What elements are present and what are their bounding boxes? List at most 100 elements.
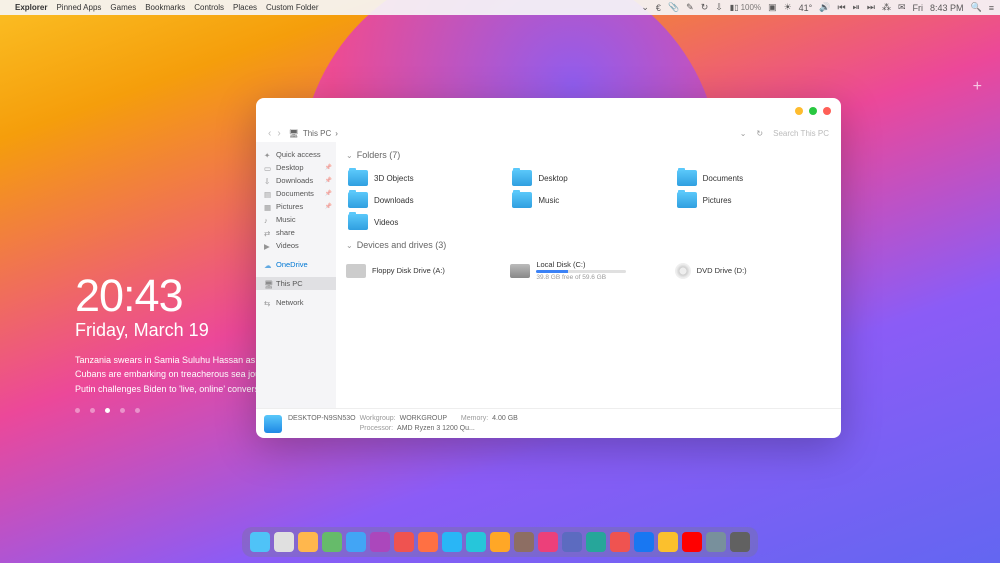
- folders-header[interactable]: Folders (7): [346, 146, 831, 164]
- pencil-icon[interactable]: ✎: [686, 2, 694, 13]
- folder-documents[interactable]: Documents: [675, 168, 831, 188]
- dock-app-6[interactable]: [394, 532, 414, 552]
- pc-icon: 🖥: [289, 129, 299, 138]
- play-pause-icon[interactable]: ⏯: [853, 2, 860, 13]
- sidebar-item-music[interactable]: ♪Music: [256, 213, 336, 226]
- menu-pinned-apps[interactable]: Pinned Apps: [56, 3, 101, 12]
- folder-3d-objects[interactable]: 3D Objects: [346, 168, 502, 188]
- dock-app-13[interactable]: [562, 532, 582, 552]
- euro-icon[interactable]: €: [656, 3, 661, 13]
- dock-app-1[interactable]: [274, 532, 294, 552]
- app-name[interactable]: Explorer: [15, 3, 47, 12]
- dock: [242, 527, 758, 557]
- folder-downloads[interactable]: Downloads: [346, 190, 502, 210]
- close-button[interactable]: [823, 107, 831, 115]
- dock-app-14[interactable]: [586, 532, 606, 552]
- dock-app-0[interactable]: [250, 532, 270, 552]
- minimize-button[interactable]: [795, 107, 803, 115]
- dock-app-20[interactable]: [730, 532, 750, 552]
- sidebar-network[interactable]: ⇆Network: [256, 296, 336, 309]
- widget-pagination[interactable]: [75, 408, 265, 413]
- computer-name: DESKTOP-N9SN53O: [288, 414, 356, 423]
- titlebar[interactable]: [256, 98, 841, 124]
- sidebar: ✦Quick access ▭Desktop📌 ⇩Downloads📌 ▤Doc…: [256, 142, 336, 408]
- drive-local-disk[interactable]: Local Disk (C:) 39.8 GB free of 59.6 GB: [510, 260, 666, 281]
- page-dot[interactable]: [75, 408, 80, 413]
- widget-news: Tanzania swears in Samia Suluhu Hassan a…: [75, 353, 265, 396]
- disk-usage-bar: [536, 270, 626, 273]
- folder-icon: [348, 170, 368, 186]
- folder-pictures[interactable]: Pictures: [675, 190, 831, 210]
- dvd-icon: [675, 263, 691, 279]
- dock-app-16[interactable]: [634, 532, 654, 552]
- refresh-icon[interactable]: ↻: [701, 2, 709, 13]
- sidebar-onedrive[interactable]: ☁OneDrive: [256, 258, 336, 271]
- folder-icon: [348, 214, 368, 230]
- dock-app-10[interactable]: [490, 532, 510, 552]
- dock-app-8[interactable]: [442, 532, 462, 552]
- sidebar-quick-access[interactable]: ✦Quick access: [256, 148, 336, 161]
- page-dot[interactable]: [90, 408, 95, 413]
- dock-app-12[interactable]: [538, 532, 558, 552]
- sidebar-this-pc[interactable]: 🖥This PC: [256, 277, 336, 290]
- dock-app-9[interactable]: [466, 532, 486, 552]
- menu-controls[interactable]: Controls: [194, 3, 224, 12]
- search-icon[interactable]: 🔍: [971, 2, 982, 13]
- menu-icon[interactable]: ≡: [989, 3, 994, 13]
- widget-time: 20:43: [75, 270, 265, 322]
- dropdown-icon[interactable]: ⌄: [740, 129, 747, 138]
- volume-icon[interactable]: 🔊: [819, 2, 830, 13]
- menu-custom-folder[interactable]: Custom Folder: [266, 3, 318, 12]
- attachment-icon[interactable]: 📎: [668, 2, 679, 13]
- drive-dvd[interactable]: DVD Drive (D:): [675, 260, 831, 281]
- sidebar-item-documents[interactable]: ▤Documents📌: [256, 187, 336, 200]
- chevron-down-icon[interactable]: ⌄: [641, 2, 649, 13]
- sidebar-item-downloads[interactable]: ⇩Downloads📌: [256, 174, 336, 187]
- dock-app-7[interactable]: [418, 532, 438, 552]
- next-track-icon[interactable]: ⏭: [867, 2, 875, 13]
- download-icon[interactable]: ⇩: [715, 2, 723, 13]
- sidebar-item-videos[interactable]: ▶Videos: [256, 239, 336, 252]
- dock-app-11[interactable]: [514, 532, 534, 552]
- page-dot[interactable]: [120, 408, 125, 413]
- forward-button[interactable]: ›: [277, 128, 280, 139]
- display-icon[interactable]: ▣: [768, 2, 777, 13]
- finder-icon: [264, 415, 282, 433]
- menu-places[interactable]: Places: [233, 3, 257, 12]
- mail-icon[interactable]: ✉: [898, 2, 906, 13]
- drives-header[interactable]: Devices and drives (3): [346, 236, 831, 254]
- prev-track-icon[interactable]: ⏮: [838, 2, 846, 13]
- menu-bookmarks[interactable]: Bookmarks: [145, 3, 185, 12]
- dock-app-19[interactable]: [706, 532, 726, 552]
- folder-videos[interactable]: Videos: [346, 212, 502, 232]
- dock-app-18[interactable]: [682, 532, 702, 552]
- folder-music[interactable]: Music: [510, 190, 666, 210]
- dock-app-15[interactable]: [610, 532, 630, 552]
- search-input[interactable]: Search This PC: [773, 129, 829, 138]
- folder-icon: [348, 192, 368, 208]
- sidebar-item-pictures[interactable]: ▦Pictures📌: [256, 200, 336, 213]
- breadcrumb[interactable]: 🖥 This PC ›: [289, 129, 338, 138]
- folder-desktop[interactable]: Desktop: [510, 168, 666, 188]
- back-button[interactable]: ‹: [268, 128, 271, 139]
- page-dot[interactable]: [135, 408, 140, 413]
- dock-app-17[interactable]: [658, 532, 678, 552]
- refresh-button[interactable]: ↻: [756, 129, 763, 138]
- battery-indicator[interactable]: ▮▯ 100%: [730, 3, 761, 12]
- weather-icon[interactable]: ☀: [784, 2, 792, 13]
- add-widget-icon[interactable]: +: [973, 78, 982, 96]
- dock-app-5[interactable]: [370, 532, 390, 552]
- statusbar: DESKTOP-N9SN53O Workgroup: WORKGROUP Mem…: [256, 408, 841, 438]
- dock-app-3[interactable]: [322, 532, 342, 552]
- dock-app-4[interactable]: [346, 532, 366, 552]
- settings-icon[interactable]: ⁂: [882, 2, 891, 13]
- page-dot-active[interactable]: [105, 408, 110, 413]
- content-pane: Folders (7) 3D Objects Desktop Documents…: [336, 142, 841, 408]
- dock-app-2[interactable]: [298, 532, 318, 552]
- sidebar-item-share[interactable]: ⇄share: [256, 226, 336, 239]
- drive-floppy[interactable]: Floppy Disk Drive (A:): [346, 260, 502, 281]
- temperature[interactable]: 41°: [799, 3, 813, 13]
- menu-games[interactable]: Games: [110, 3, 136, 12]
- maximize-button[interactable]: [809, 107, 817, 115]
- sidebar-item-desktop[interactable]: ▭Desktop📌: [256, 161, 336, 174]
